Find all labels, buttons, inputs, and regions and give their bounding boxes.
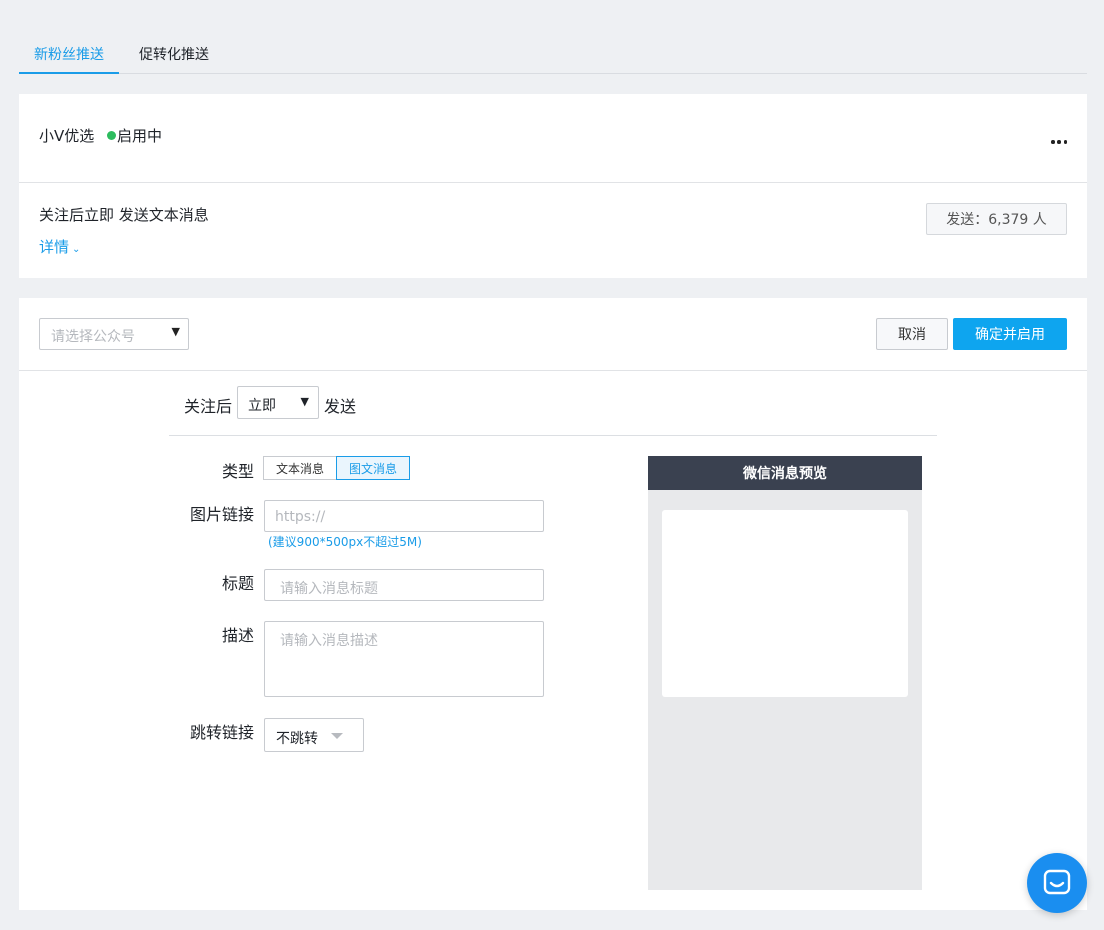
title-label: 标题 [221,574,254,593]
chat-smile-icon [1043,869,1071,895]
editor-card: 请选择公众号 ▼ 取消 确定并启用 关注后 立即 ▼ 发送 类型 文本消息 图文… [19,298,1087,910]
account-select-placeholder: 请选择公众号 [51,329,135,345]
timing-value: 立即 [248,398,276,414]
divider [169,435,937,436]
status-dot-icon [107,131,116,140]
desc-textarea[interactable]: 请输入消息描述 [264,621,544,697]
detail-link-label: 详情 [39,238,70,256]
caret-down-icon: ▼ [300,395,309,408]
more-horizontal-icon[interactable] [1051,140,1067,144]
chevron-down-icon: ⌄ [72,244,81,255]
image-hint: (建议900*500px不超过5M) [268,535,422,549]
timing-select[interactable]: 立即 ▼ [237,386,319,419]
jump-link-select[interactable]: 不跳转 [264,718,364,752]
status-text: 启用中 [117,127,163,145]
type-text-button[interactable]: 文本消息 [263,456,338,480]
account-card-header: 小V优选 启用中 [19,94,1087,183]
jump-link-label: 跳转链接 [189,723,254,742]
caret-down-icon: ▼ [171,325,180,338]
message-preview-panel: 微信消息预览 [648,456,922,890]
type-news-button[interactable]: 图文消息 [336,456,411,480]
cancel-button[interactable]: 取消 [876,318,948,350]
tab-bar: 新粉丝推送 促转化推送 [19,36,1087,74]
detail-link[interactable]: 详情 ⌄ [39,236,80,257]
account-card: 小V优选 启用中 关注后立即 发送文本消息 详情 ⌄ 发送：6,379 人 [19,94,1087,278]
account-select[interactable]: 请选择公众号 ▼ [39,318,189,350]
type-label: 类型 [221,462,254,481]
type-toggle: 文本消息 图文消息 [263,456,411,480]
desc-label: 描述 [221,626,254,645]
editor-toolbar: 请选择公众号 ▼ 取消 确定并启用 [19,298,1087,371]
account-name: 小V优选 [39,127,95,145]
chat-bubble-icon[interactable] [1027,853,1087,913]
push-rule-text: 关注后立即 发送文本消息 [39,206,209,224]
tab-conversion[interactable]: 促转化推送 [139,44,209,74]
send-label: 发送 [324,397,357,416]
tab-new-fans[interactable]: 新粉丝推送 [19,44,119,74]
preview-message-card [662,510,908,697]
image-link-input[interactable]: https:// [264,500,544,532]
caret-down-icon [331,733,343,739]
image-link-label: 图片链接 [189,505,254,524]
preview-title: 微信消息预览 [648,456,922,490]
follow-label: 关注后 [184,397,233,416]
jump-link-value: 不跳转 [276,731,318,747]
title-input[interactable]: 请输入消息标题 [264,569,544,601]
confirm-enable-button[interactable]: 确定并启用 [953,318,1067,350]
sent-count-badge: 发送：6,379 人 [926,203,1067,235]
